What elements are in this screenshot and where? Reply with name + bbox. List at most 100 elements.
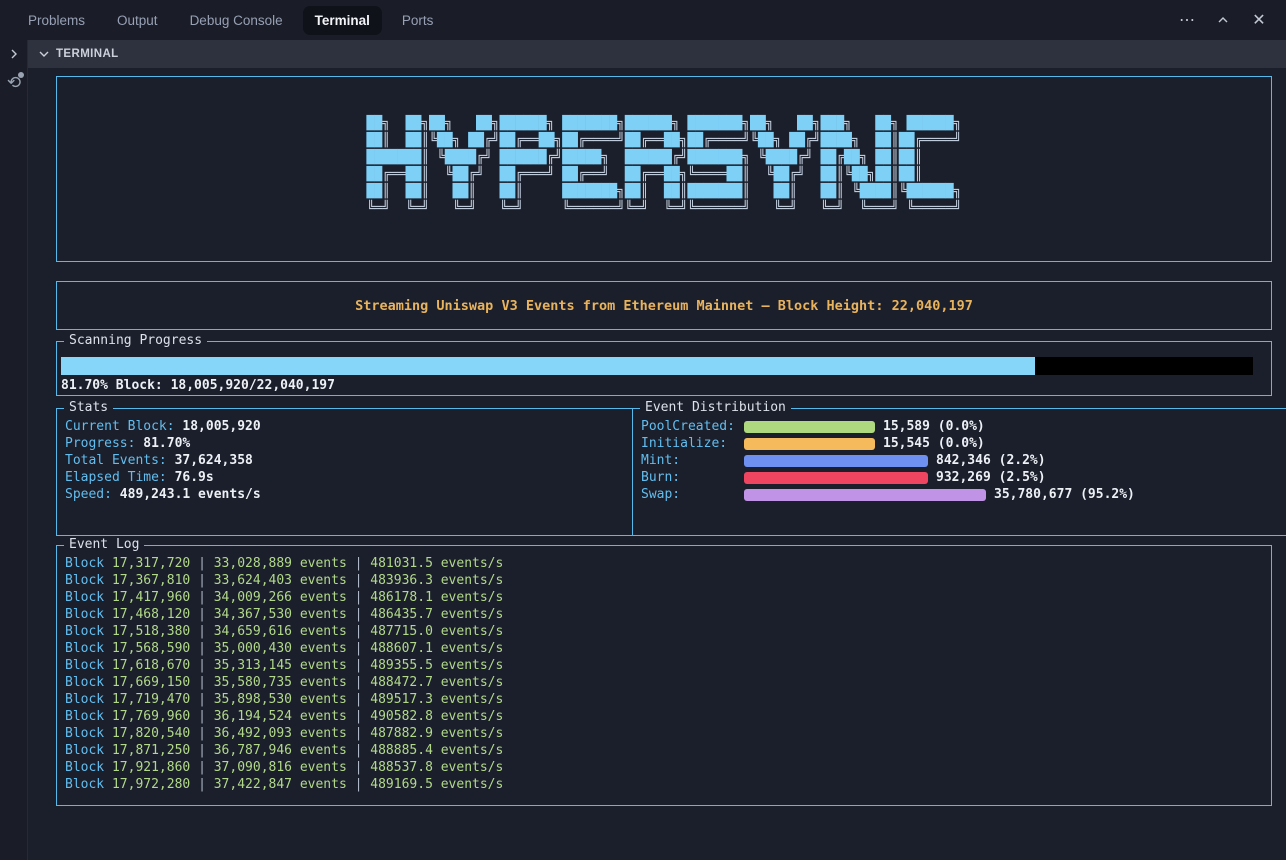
event-log-row: Block 17,568,590 | 35,000,430 events | 4…	[65, 640, 1271, 657]
log-rate: 489517.3 events/s	[370, 692, 503, 707]
distribution-value: 15,545 (0.0%)	[883, 436, 985, 451]
log-separator: |	[190, 692, 213, 707]
event-log-row: Block 17,468,120 | 34,367,530 events | 4…	[65, 606, 1271, 623]
tab-output[interactable]: Output	[105, 6, 170, 35]
subtitle-box: Streaming Uniswap V3 Events from Ethereu…	[56, 281, 1272, 330]
distribution-bar	[744, 489, 986, 501]
stat-row: Total Events: 37,624,358	[65, 452, 649, 469]
progress-bar-fill	[61, 357, 1035, 375]
log-rate: 489355.5 events/s	[370, 658, 503, 673]
event-distribution-box: Event Distribution PoolCreated: 15,589 (…	[632, 408, 1286, 536]
log-separator: |	[190, 556, 213, 571]
log-separator: |	[190, 709, 213, 724]
tab-terminal[interactable]: Terminal	[303, 6, 382, 35]
log-block-number: 17,972,280	[112, 777, 190, 792]
tab-problems[interactable]: Problems	[16, 6, 97, 35]
event-log-row: Block 17,769,960 | 36,194,524 events | 4…	[65, 708, 1271, 725]
distribution-row: Initialize: 15,545 (0.0%)	[641, 435, 1286, 452]
log-block-number: 17,719,470	[112, 692, 190, 707]
terminal-screen[interactable]: ██╗ ██╗██╗ ██╗██████╗ ███████╗██████╗ ██…	[28, 68, 1286, 860]
tab-debug-console[interactable]: Debug Console	[178, 6, 295, 35]
distribution-bar	[744, 472, 928, 484]
distribution-label: Swap:	[641, 487, 744, 502]
stats-title: Stats	[64, 400, 113, 416]
log-separator: |	[347, 607, 370, 622]
more-actions-icon[interactable]: ⋯	[1176, 9, 1198, 31]
log-rate: 489169.5 events/s	[370, 777, 503, 792]
stat-row: Current Block: 18,005,920	[65, 418, 649, 435]
log-separator: |	[347, 624, 370, 639]
log-separator: |	[190, 641, 213, 656]
log-rate: 487882.9 events/s	[370, 726, 503, 741]
terminal-header: TERMINAL	[28, 40, 1286, 68]
distribution-bar	[744, 438, 875, 450]
log-block-number: 17,367,810	[112, 573, 190, 588]
log-block-word: Block	[65, 726, 112, 741]
distribution-row: PoolCreated: 15,589 (0.0%)	[641, 418, 1286, 435]
close-panel-icon[interactable]: ✕	[1248, 9, 1270, 31]
maximize-panel-icon[interactable]	[1212, 9, 1234, 31]
log-separator: |	[347, 777, 370, 792]
stat-value: 489,243.1 events/s	[112, 487, 261, 502]
log-separator: |	[190, 573, 213, 588]
distribution-label: Burn:	[641, 470, 744, 485]
log-separator: |	[347, 692, 370, 707]
stat-row: Elapsed Time: 76.9s	[65, 469, 649, 486]
log-block-number: 17,669,150	[112, 675, 190, 690]
event-log-row: Block 17,820,540 | 36,492,093 events | 4…	[65, 725, 1271, 742]
log-block-word: Block	[65, 641, 112, 656]
log-separator: |	[347, 726, 370, 741]
terminal-sidebar: ⟲	[0, 40, 28, 860]
log-rate: 488537.8 events/s	[370, 760, 503, 775]
event-log-row: Block 17,367,810 | 33,624,403 events | 4…	[65, 572, 1271, 589]
distribution-label: Initialize:	[641, 436, 744, 451]
log-events: 36,787,946 events	[214, 743, 347, 758]
stat-value: 37,624,358	[167, 453, 253, 468]
log-rate: 488472.7 events/s	[370, 675, 503, 690]
log-events: 35,898,530 events	[214, 692, 347, 707]
event-log-row: Block 17,669,150 | 35,580,735 events | 4…	[65, 674, 1271, 691]
distribution-value: 932,269 (2.5%)	[936, 470, 1046, 485]
distribution-row: Swap: 35,780,677 (95.2%)	[641, 486, 1286, 503]
progress-text: 81.70% Block: 18,005,920/22,040,197	[61, 378, 335, 393]
log-rate: 486435.7 events/s	[370, 607, 503, 622]
distribution-label: Mint:	[641, 453, 744, 468]
event-log-title: Event Log	[64, 537, 144, 553]
chevron-right-icon[interactable]	[5, 45, 23, 63]
distribution-row: Mint: 842,346 (2.2%)	[641, 452, 1286, 469]
event-log-row: Block 17,972,280 | 37,422,847 events | 4…	[65, 776, 1271, 793]
stat-row: Progress: 81.70%	[65, 435, 649, 452]
hypersync-ascii-art: ██╗ ██╗██╗ ██╗██████╗ ███████╗██████╗ ██…	[57, 115, 1271, 217]
log-rate: 486178.1 events/s	[370, 590, 503, 605]
log-block-number: 17,568,590	[112, 641, 190, 656]
stat-label: Speed:	[65, 487, 112, 502]
stat-label: Current Block:	[65, 419, 175, 434]
panel-tabs: Problems Output Debug Console Terminal P…	[0, 6, 445, 35]
log-rate: 488885.4 events/s	[370, 743, 503, 758]
distribution-value: 842,346 (2.2%)	[936, 453, 1046, 468]
log-events: 36,492,093 events	[214, 726, 347, 741]
scanning-progress-box: Scanning Progress 81.70% Block: 18,005,9…	[56, 341, 1272, 396]
distribution-row: Burn: 932,269 (2.5%)	[641, 469, 1286, 486]
log-block-word: Block	[65, 777, 112, 792]
log-separator: |	[190, 590, 213, 605]
sync-icon[interactable]: ⟲	[3, 72, 25, 94]
log-rate: 488607.1 events/s	[370, 641, 503, 656]
stat-label: Total Events:	[65, 453, 167, 468]
log-separator: |	[190, 624, 213, 639]
chevron-down-icon[interactable]	[36, 46, 52, 62]
log-events: 33,624,403 events	[214, 573, 347, 588]
log-block-word: Block	[65, 675, 112, 690]
log-separator: |	[347, 590, 370, 605]
log-events: 35,580,735 events	[214, 675, 347, 690]
log-events: 35,000,430 events	[214, 641, 347, 656]
tab-ports[interactable]: Ports	[390, 6, 446, 35]
log-events: 37,090,816 events	[214, 760, 347, 775]
terminal-header-label: TERMINAL	[56, 48, 119, 60]
stream-subtitle: Streaming Uniswap V3 Events from Ethereu…	[355, 298, 973, 314]
log-block-word: Block	[65, 709, 112, 724]
event-log-row: Block 17,921,860 | 37,090,816 events | 4…	[65, 759, 1271, 776]
log-separator: |	[347, 573, 370, 588]
distribution-value: 35,780,677 (95.2%)	[994, 487, 1135, 502]
log-events: 36,194,524 events	[214, 709, 347, 724]
